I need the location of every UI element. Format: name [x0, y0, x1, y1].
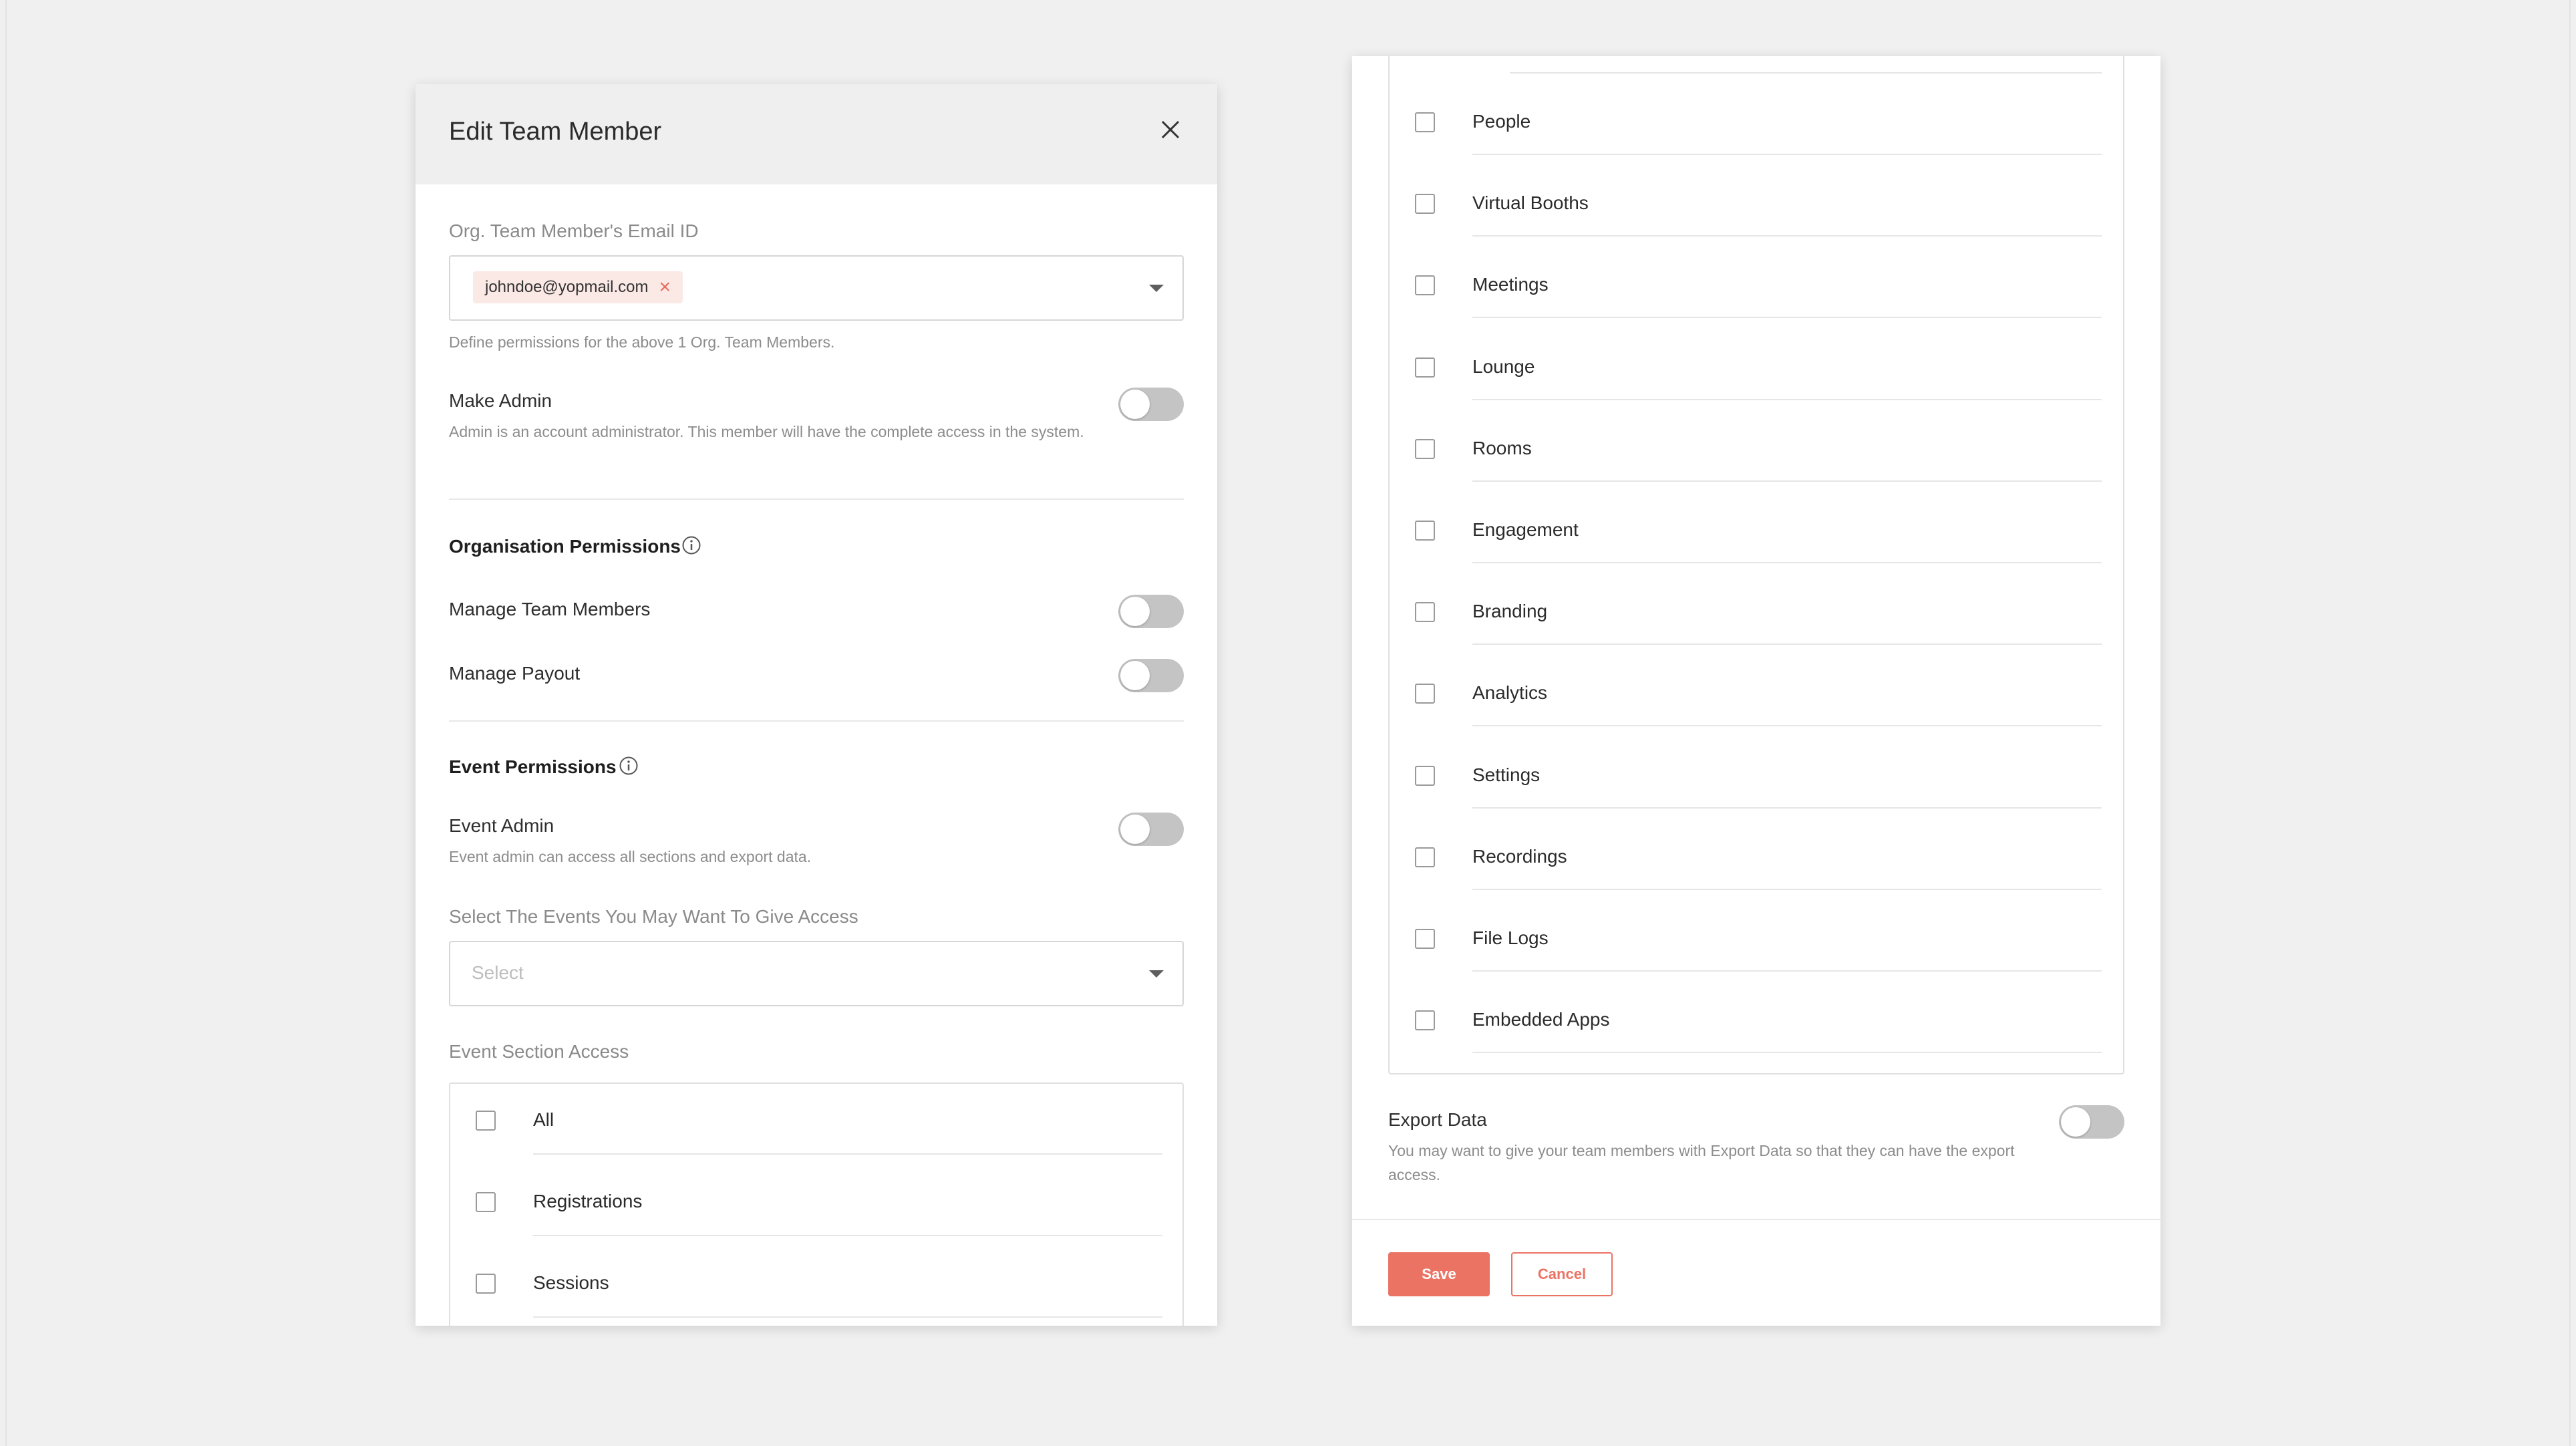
row-divider — [1472, 1052, 2102, 1054]
manage-payout-label: Manage Payout — [449, 663, 581, 684]
info-icon[interactable] — [681, 535, 701, 555]
section-label: Virtual Booths — [1472, 192, 1589, 214]
list-item[interactable]: Branding — [1390, 562, 2123, 645]
list-item[interactable]: Engagement — [1390, 480, 2123, 563]
divider — [449, 498, 1184, 500]
row-divider — [533, 1153, 1162, 1155]
section-label: File Logs — [1472, 927, 1549, 948]
chevron-down-icon — [1149, 970, 1164, 978]
export-data-label: Export Data — [1388, 1109, 1487, 1130]
checkbox-engagement[interactable] — [1415, 521, 1435, 541]
section-label: Rooms — [1472, 437, 1532, 458]
list-item[interactable]: Registrations — [450, 1165, 1182, 1247]
event-permissions-title: Event Permissions — [449, 756, 617, 777]
events-select[interactable]: Select — [449, 941, 1184, 1006]
checkbox-lounge[interactable] — [1415, 357, 1435, 378]
section-label: Lounge — [1472, 355, 1535, 377]
manage-payout-toggle[interactable] — [1118, 659, 1184, 692]
checkbox-sessions[interactable] — [476, 1274, 496, 1294]
email-help-text: Define permissions for the above 1 Org. … — [449, 333, 835, 351]
modal-title: Edit Team Member — [449, 118, 662, 146]
section-label: All — [533, 1109, 554, 1130]
make-admin-help: Admin is an account administrator. This … — [449, 423, 1084, 440]
edit-team-member-modal-bottom: People Virtual Booths Meetings Lounge Rooms E… — [1352, 56, 2160, 1326]
checkbox-virtual-booths[interactable] — [1415, 194, 1435, 214]
toggle-knob — [1120, 597, 1150, 626]
list-item[interactable]: File Logs — [1390, 889, 2123, 972]
manage-team-members-toggle[interactable] — [1118, 595, 1184, 628]
edit-team-member-modal-top: Edit Team Member Org. Team Member's Emai… — [416, 84, 1217, 1326]
checkbox-recordings[interactable] — [1415, 847, 1435, 867]
toggle-knob — [1120, 661, 1150, 690]
row-divider — [533, 1316, 1162, 1318]
checkbox-meetings[interactable] — [1415, 275, 1435, 296]
checkbox-rooms[interactable] — [1415, 438, 1435, 459]
modal-header: Edit Team Member — [416, 84, 1217, 184]
list-item[interactable]: Recordings — [1390, 807, 2123, 890]
section-access-list-continued: People Virtual Booths Meetings Lounge Rooms E… — [1388, 56, 2124, 1074]
checkbox-settings[interactable] — [1415, 765, 1435, 786]
list-item[interactable]: Sessions — [450, 1247, 1182, 1326]
checkbox-analytics[interactable] — [1415, 684, 1435, 704]
list-item[interactable]: Settings — [1390, 726, 2123, 809]
section-label: Meetings — [1472, 274, 1549, 295]
section-label: Settings — [1472, 764, 1541, 785]
close-icon — [1161, 120, 1180, 139]
list-item[interactable]: Lounge — [1390, 317, 2123, 400]
event-admin-label: Event Admin — [449, 815, 554, 836]
checkbox-registrations[interactable] — [476, 1192, 496, 1212]
section-label: Engagement — [1472, 519, 1579, 540]
cancel-button[interactable]: Cancel — [1511, 1252, 1613, 1296]
event-admin-help: Event admin can access all sections and … — [449, 848, 812, 865]
list-item[interactable]: Meetings — [1390, 235, 2123, 319]
checkbox-branding[interactable] — [1415, 602, 1435, 623]
export-data-help: You may want to give your team members w… — [1388, 1142, 2015, 1183]
remove-chip-icon[interactable]: × — [659, 277, 671, 297]
toggle-knob — [1120, 815, 1150, 844]
section-label: Analytics — [1472, 682, 1548, 704]
event-admin-toggle[interactable] — [1118, 813, 1184, 846]
list-item[interactable]: People — [1390, 72, 2123, 155]
email-chip-text: johndoe@yopmail.com — [485, 278, 649, 296]
section-label: Embedded Apps — [1472, 1009, 1610, 1030]
events-select-placeholder: Select — [472, 962, 524, 983]
save-button[interactable]: Save — [1388, 1252, 1490, 1296]
canvas-frame — [5, 0, 2571, 1446]
checkbox-people[interactable] — [1415, 112, 1435, 132]
close-button[interactable] — [1157, 116, 1184, 143]
section-label: People — [1472, 111, 1531, 132]
list-item[interactable]: Virtual Booths — [1390, 154, 2123, 237]
footer-divider — [1352, 1219, 2160, 1220]
toggle-knob — [2061, 1107, 2090, 1137]
list-item[interactable]: Rooms — [1390, 399, 2123, 482]
email-select[interactable]: johndoe@yopmail.com × — [449, 255, 1184, 321]
section-label: Branding — [1472, 601, 1548, 622]
list-item[interactable]: Embedded Apps — [1390, 970, 2123, 1054]
list-item[interactable]: Analytics — [1390, 643, 2123, 727]
email-chip: johndoe@yopmail.com × — [473, 271, 683, 303]
section-label: Sessions — [533, 1272, 609, 1293]
list-item[interactable]: All — [450, 1084, 1182, 1165]
section-label: Registrations — [533, 1191, 643, 1211]
org-permissions-title: Organisation Permissions — [449, 536, 681, 557]
info-icon[interactable] — [619, 756, 639, 776]
checkbox-all[interactable] — [476, 1111, 496, 1131]
email-field-label: Org. Team Member's Email ID — [449, 221, 699, 241]
row-divider — [533, 1235, 1162, 1236]
checkbox-file-logs[interactable] — [1415, 929, 1435, 949]
section-label: Recordings — [1472, 845, 1567, 867]
make-admin-toggle[interactable] — [1118, 388, 1184, 421]
export-data-toggle[interactable] — [2059, 1105, 2124, 1139]
checkbox-embedded-apps[interactable] — [1415, 1010, 1435, 1031]
select-events-label: Select The Events You May Want To Give A… — [449, 906, 858, 927]
section-access-label: Event Section Access — [449, 1041, 629, 1062]
divider — [449, 720, 1184, 722]
chevron-down-icon — [1149, 285, 1164, 292]
section-access-list: All Registrations Sessions — [449, 1082, 1184, 1326]
toggle-knob — [1120, 390, 1150, 419]
make-admin-label: Make Admin — [449, 390, 552, 411]
manage-team-members-label: Manage Team Members — [449, 599, 651, 619]
